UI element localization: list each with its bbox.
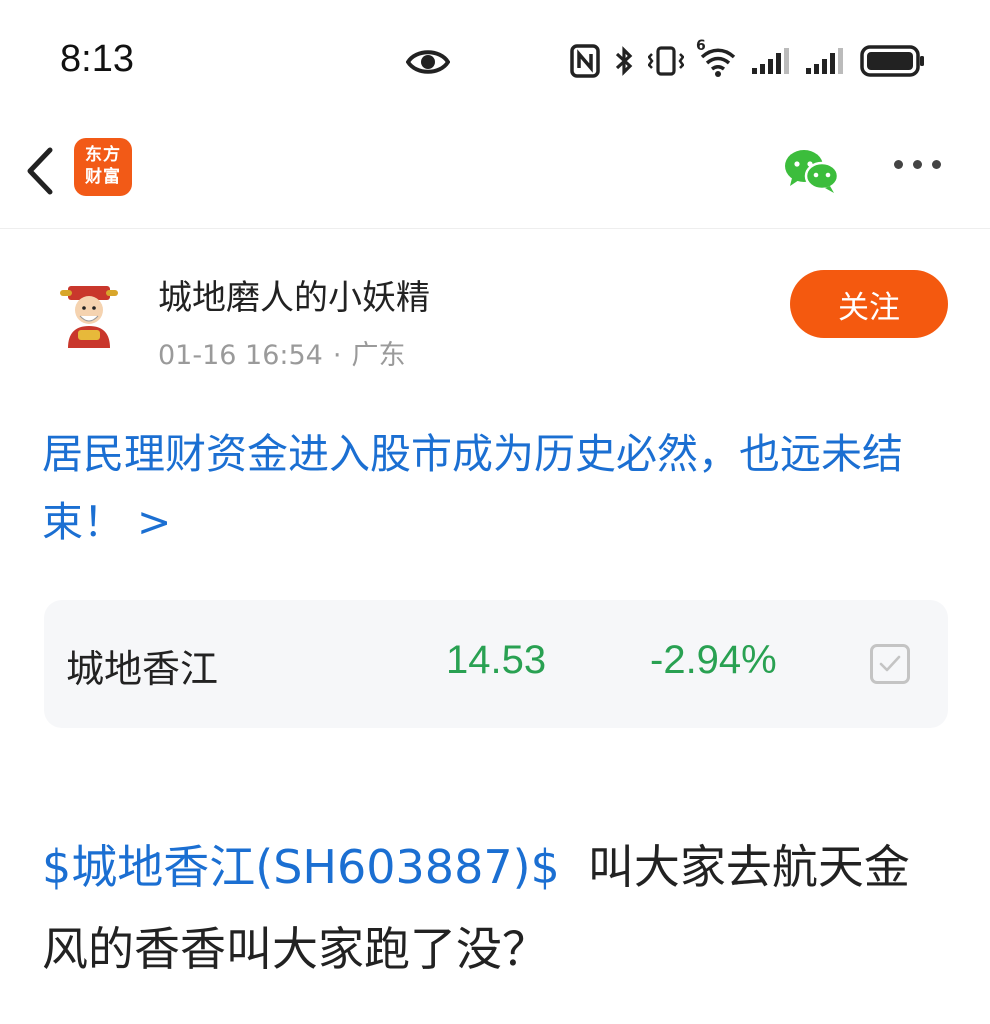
stock-change: -2.94%	[650, 638, 777, 682]
battery-icon	[860, 44, 926, 78]
vibrate-icon	[648, 44, 684, 78]
signal-icon	[806, 46, 846, 76]
post-location: 广东	[351, 340, 406, 371]
wifi-icon: 6	[696, 38, 738, 78]
status-bar: 8:13 6	[0, 0, 990, 120]
nfc-icon	[570, 44, 600, 78]
nav-bar: 东方 财富	[0, 120, 990, 229]
eye-icon	[405, 45, 451, 83]
back-arrow-icon[interactable]	[22, 146, 58, 196]
wifi-generation-badge: 6	[696, 38, 706, 54]
bluetooth-icon	[614, 44, 634, 78]
avatar[interactable]	[54, 280, 124, 350]
post-date: 01-16 16:54	[158, 340, 323, 371]
system-icons: 6	[570, 38, 926, 78]
more-menu-icon[interactable]	[894, 160, 941, 169]
add-to-watchlist-checkbox-icon[interactable]	[870, 644, 910, 684]
stock-tag-link[interactable]: $城地香江(SH603887)$	[42, 840, 560, 894]
stock-card[interactable]: 城地香江 14.53 -2.94%	[44, 600, 948, 728]
app-logo-line2: 财富	[85, 167, 121, 187]
status-time: 8:13	[60, 38, 134, 80]
follow-button[interactable]: 关注	[790, 270, 948, 338]
stock-price: 14.53	[446, 638, 547, 682]
stock-name: 城地香江	[66, 647, 219, 691]
post-meta: 01-16 16:54 · 广东	[158, 333, 405, 372]
author-name[interactable]: 城地磨人的小妖精	[158, 270, 430, 319]
app-logo[interactable]: 东方 财富	[74, 138, 132, 196]
signal-icon	[752, 46, 792, 76]
post-body: $城地香江(SH603887)$ 叫大家去航天金风的香香叫大家跑了没？	[42, 826, 952, 990]
wechat-share-icon[interactable]	[784, 148, 840, 198]
meta-separator: ·	[332, 340, 342, 371]
app-logo-line1: 东方	[85, 145, 121, 165]
post-title-link[interactable]: 居民理财资金进入股市成为历史必然，也远未结束！ >	[42, 420, 952, 556]
